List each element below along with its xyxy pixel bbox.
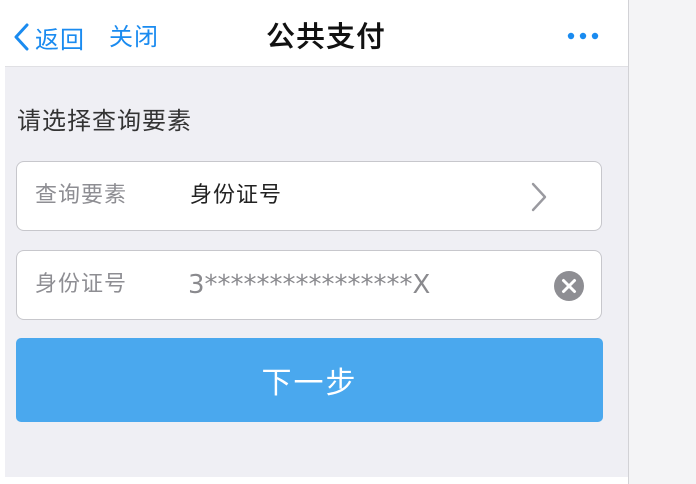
back-button[interactable]: 返回 bbox=[13, 15, 85, 59]
chevron-right-icon bbox=[529, 181, 549, 213]
right-margin bbox=[628, 0, 696, 484]
clear-input-button[interactable] bbox=[553, 270, 585, 302]
chevron-left-icon bbox=[13, 23, 29, 51]
query-element-selector[interactable]: 查询要素 身份证号 bbox=[16, 161, 602, 231]
id-number-label: 身份证号 bbox=[35, 272, 128, 297]
section-label: 请选择查询要素 bbox=[17, 107, 192, 135]
more-button[interactable] bbox=[561, 21, 605, 51]
next-step-button[interactable]: 下一步 bbox=[16, 338, 603, 422]
id-number-field: 身份证号 bbox=[16, 250, 602, 320]
id-number-input[interactable] bbox=[188, 265, 528, 305]
clear-icon bbox=[554, 271, 584, 301]
back-label: 返回 bbox=[35, 25, 85, 54]
phone-screen: 返回 关闭 公共支付 请选择查询要素 查询要素 身份证号 身份证号 3*****… bbox=[5, 7, 628, 477]
top-margin bbox=[0, 0, 628, 7]
close-button[interactable]: 关闭 bbox=[109, 15, 159, 59]
page-title: 公共支付 bbox=[266, 20, 387, 53]
more-dots-icon bbox=[561, 21, 605, 51]
query-element-value: 身份证号 bbox=[190, 183, 283, 208]
query-element-label: 查询要素 bbox=[35, 183, 128, 208]
navigation-bar: 返回 关闭 公共支付 bbox=[5, 7, 628, 67]
